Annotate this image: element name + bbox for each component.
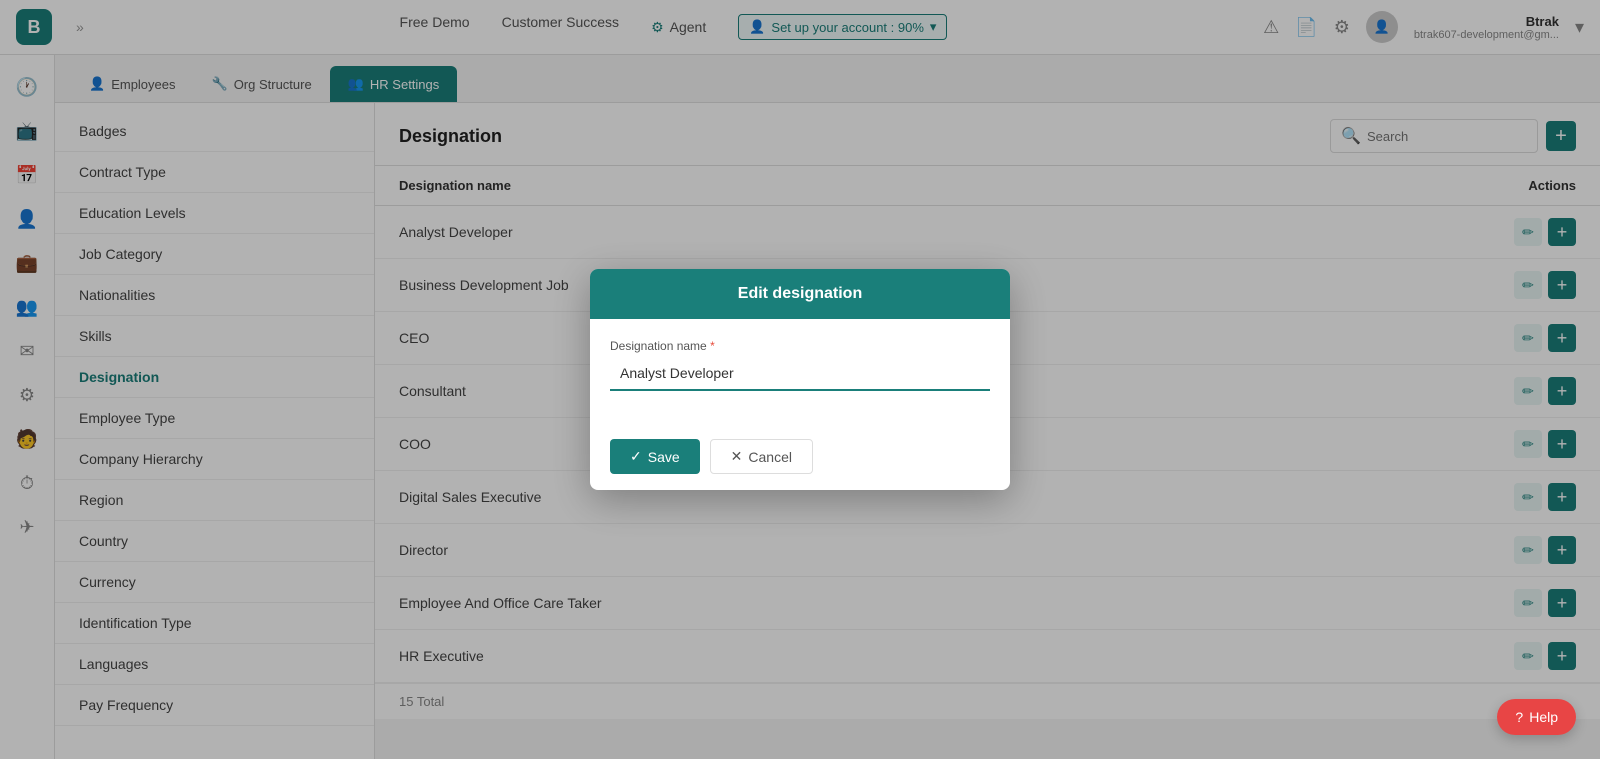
cancel-button[interactable]: ✕ Cancel	[710, 439, 813, 474]
required-indicator: *	[710, 339, 715, 353]
designation-name-field: Designation name *	[610, 339, 990, 391]
modal-header: Edit designation	[590, 269, 1010, 319]
designation-name-input[interactable]	[610, 357, 990, 391]
help-icon: ?	[1515, 709, 1523, 725]
modal-body: Designation name *	[590, 319, 1010, 427]
modal-footer: ✓ Save ✕ Cancel	[590, 427, 1010, 490]
modal-overlay: Edit designation Designation name * ✓ Sa…	[0, 0, 1600, 759]
edit-designation-modal: Edit designation Designation name * ✓ Sa…	[590, 269, 1010, 490]
modal-title: Edit designation	[738, 285, 862, 302]
cancel-x-icon: ✕	[731, 448, 743, 465]
save-check-icon: ✓	[630, 448, 642, 465]
save-button[interactable]: ✓ Save	[610, 439, 700, 474]
designation-name-label: Designation name *	[610, 339, 990, 353]
help-button[interactable]: ? Help	[1497, 699, 1576, 735]
